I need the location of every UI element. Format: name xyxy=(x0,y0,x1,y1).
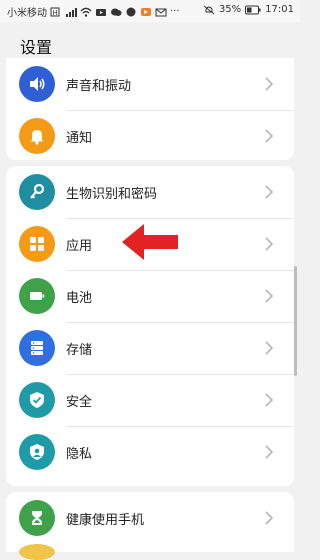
svg-text:H: H xyxy=(53,9,58,17)
wifi-icon xyxy=(80,7,92,17)
settings-group-2: 生物识别和密码 应用 电池 存储 安全 隐私 xyxy=(6,166,294,486)
settings-item-label: 安全 xyxy=(66,395,93,410)
status-bar: 小米移动 H ··· 35% 17:01 xyxy=(0,0,300,22)
silent-icon xyxy=(203,5,215,14)
settings-item-label: 电池 xyxy=(66,291,93,306)
settings-item-storage[interactable]: 存储 xyxy=(6,322,294,374)
chevron-right-icon xyxy=(265,77,274,91)
chevron-right-icon xyxy=(265,237,274,251)
bell-icon xyxy=(19,118,55,154)
apps-grid-icon xyxy=(19,226,55,262)
chevron-right-icon xyxy=(265,445,274,459)
settings-item-label: 声音和振动 xyxy=(66,79,132,94)
chevron-right-icon xyxy=(265,341,274,355)
battery-icon-status xyxy=(245,5,261,14)
settings-item-label: 健康使用手机 xyxy=(66,513,145,528)
settings-item-label: 存储 xyxy=(66,343,93,358)
settings-item-label: 生物识别和密码 xyxy=(66,187,158,202)
chevron-right-icon xyxy=(265,393,274,407)
chevron-right-icon xyxy=(265,185,274,199)
settings-item-battery[interactable]: 电池 xyxy=(6,270,294,322)
annotation-arrow-icon xyxy=(122,224,178,260)
next-item-icon-peek xyxy=(19,544,55,560)
more-dots: ··· xyxy=(170,6,180,17)
clock: 17:01 xyxy=(265,4,294,15)
settings-item-label: 应用 xyxy=(66,239,93,254)
hourglass-icon xyxy=(19,500,55,536)
carrier-label: 小米移动 xyxy=(7,8,47,19)
privacy-icon xyxy=(19,434,55,470)
signal-icon xyxy=(66,7,77,17)
settings-item-label: 通知 xyxy=(66,131,93,146)
status-left: 小米移动 H ··· xyxy=(7,4,180,19)
battery-icon xyxy=(19,278,55,314)
app-notify-icon xyxy=(141,7,151,16)
key-icon xyxy=(19,174,55,210)
page-title: 设置 xyxy=(20,38,53,57)
settings-item-notifications[interactable]: 通知 xyxy=(6,110,294,162)
message-icon xyxy=(126,7,136,16)
settings-item-digital-balance[interactable]: 健康使用手机 xyxy=(6,492,294,544)
sound-icon xyxy=(19,66,55,102)
mail-icon xyxy=(155,8,167,16)
chevron-right-icon xyxy=(265,511,274,525)
settings-item-label: 隐私 xyxy=(66,447,93,462)
scrollbar[interactable] xyxy=(294,266,297,376)
wechat-icon xyxy=(111,8,122,16)
settings-item-security[interactable]: 安全 xyxy=(6,374,294,426)
battery-percent: 35% xyxy=(218,4,242,15)
chevron-right-icon xyxy=(265,129,274,143)
video-icon xyxy=(96,8,106,16)
status-right: 35% 17:01 xyxy=(203,4,294,15)
settings-item-biometrics[interactable]: 生物识别和密码 xyxy=(6,166,294,218)
chevron-right-icon xyxy=(265,289,274,303)
sim-icon: H xyxy=(50,7,60,17)
storage-icon xyxy=(19,330,55,366)
settings-group-3: 健康使用手机 xyxy=(6,492,294,552)
shield-icon xyxy=(19,382,55,418)
settings-item-sound[interactable]: 声音和振动 xyxy=(6,58,294,110)
settings-group-1: 声音和振动 通知 xyxy=(6,58,294,160)
settings-item-privacy[interactable]: 隐私 xyxy=(6,426,294,478)
